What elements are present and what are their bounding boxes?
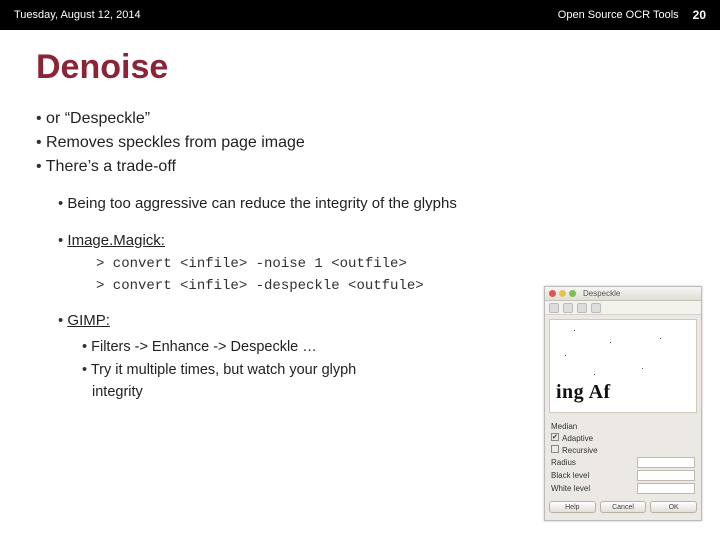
- bullet-3c2b: integrity: [92, 384, 143, 400]
- dialog-titlebar: Despeckle: [545, 287, 701, 301]
- close-dot-icon: [549, 290, 556, 297]
- dialog-toolbar: [545, 301, 701, 315]
- slide-number: 20: [693, 8, 706, 22]
- recursive-checkbox: [551, 445, 559, 453]
- code-line-1: > convert <infile> -noise 1 <outfile>: [96, 255, 684, 274]
- cancel-button: Cancel: [600, 501, 647, 513]
- slide-header: Tuesday, August 12, 2014 Open Source OCR…: [0, 0, 720, 30]
- slide-title: Denoise: [36, 48, 684, 87]
- bullet-3c2-text: Try it multiple times, but watch your gl…: [91, 362, 356, 378]
- min-dot-icon: [559, 290, 566, 297]
- toolbar-icon: [563, 303, 573, 313]
- radius-label: Radius: [551, 458, 576, 467]
- gimp-label: GIMP:: [67, 312, 110, 329]
- white-field: [637, 483, 695, 494]
- help-button: Help: [549, 501, 596, 513]
- recursive-label: Recursive: [562, 446, 598, 455]
- imagemagick-label: Image.Magick:: [67, 232, 165, 249]
- black-label: Black level: [551, 471, 589, 480]
- ok-button: OK: [650, 501, 697, 513]
- max-dot-icon: [569, 290, 576, 297]
- bullet-2: Removes speckles from page image: [36, 131, 684, 155]
- header-date: Tuesday, August 12, 2014: [14, 9, 141, 21]
- bullet-1: or “Despeckle”: [36, 107, 684, 131]
- white-label: White level: [551, 484, 590, 493]
- header-talk-title: Open Source OCR Tools: [558, 9, 679, 21]
- median-label: Median: [551, 422, 577, 431]
- dialog-preview: ing Af: [549, 319, 697, 413]
- toolbar-icon: [549, 303, 559, 313]
- dialog-title: Despeckle: [583, 289, 620, 298]
- dialog-button-row: Help Cancel OK: [545, 498, 701, 517]
- toolbar-icon: [591, 303, 601, 313]
- toolbar-icon: [577, 303, 587, 313]
- black-field: [637, 470, 695, 481]
- gimp-despeckle-dialog: Despeckle ing Af Median Adaptive Recursi…: [544, 286, 702, 521]
- bullet-3-text: There’s a trade-off: [46, 158, 176, 175]
- adaptive-checkbox: [551, 433, 559, 441]
- preview-sample-text: ing Af: [556, 381, 611, 404]
- bullet-3a: Being too aggressive can reduce the inte…: [58, 193, 684, 216]
- adaptive-label: Adaptive: [562, 434, 593, 443]
- radius-field: [637, 457, 695, 468]
- dialog-options: Median Adaptive Recursive Radius Black l…: [545, 417, 701, 498]
